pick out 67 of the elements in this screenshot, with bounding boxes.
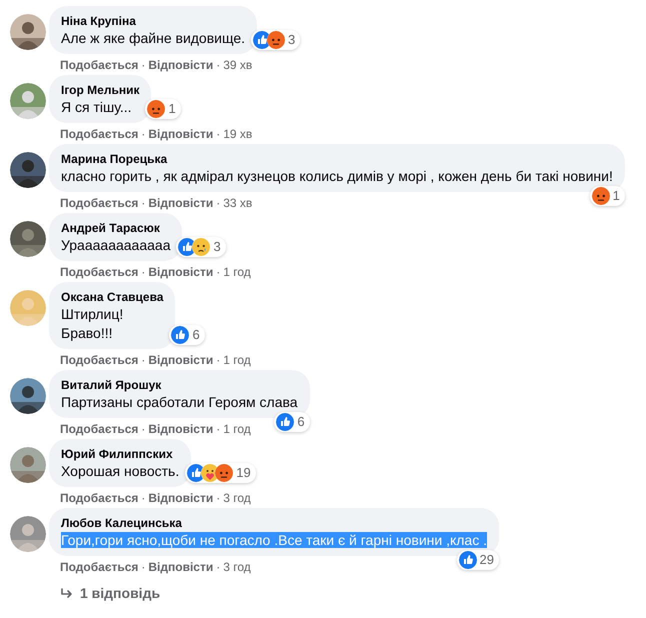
author-name[interactable]: Марина Порецька [61, 151, 613, 167]
separator-dot: · [216, 126, 220, 142]
comment-text: Штирлиц! [61, 306, 124, 322]
comment-text: Партизаны сработали Героям слава [61, 394, 298, 410]
author-name[interactable]: Юрий Филиппских [61, 446, 180, 462]
author-name[interactable]: Андрей Тарасюк [61, 220, 170, 236]
separator-dot: · [141, 559, 146, 575]
action-link[interactable]: Подобається [60, 126, 138, 142]
reactions-badge[interactable]: 6 [274, 412, 310, 432]
separator-dot: · [141, 352, 146, 368]
separator-dot: · [141, 57, 146, 73]
timestamp[interactable]: 19 хв [223, 126, 252, 142]
reactions-badge[interactable]: 19 [185, 463, 256, 483]
separator-dot: · [141, 264, 146, 280]
action-link[interactable]: Відповісти [148, 195, 214, 211]
separator-dot: · [216, 195, 220, 211]
comment-text: Браво!!! [61, 325, 112, 341]
separator-dot: · [216, 421, 220, 437]
action-link[interactable]: Відповісти [148, 264, 214, 280]
timestamp[interactable]: 1 год [223, 421, 251, 437]
author-name[interactable]: Ігор Мельник [61, 82, 140, 98]
author-name[interactable]: Оксана Ставцева [61, 289, 164, 305]
author-name[interactable]: Ніна Крупіна [61, 13, 246, 29]
timestamp[interactable]: 1 год [223, 352, 251, 368]
action-link[interactable]: Подобається [60, 195, 138, 211]
replies-link[interactable]: 1 відповідь [60, 583, 160, 604]
separator-dot: · [141, 421, 146, 437]
action-link[interactable]: Відповісти [148, 57, 214, 73]
separator-dot: · [141, 490, 146, 506]
timestamp[interactable]: 1 год [223, 264, 251, 280]
separator-dot: · [216, 352, 220, 368]
comment-text: Хорошая новость. [61, 463, 180, 479]
timestamp[interactable]: 33 хв [223, 195, 252, 211]
separator-dot: · [216, 490, 220, 506]
reactions-badge[interactable]: 3 [176, 237, 226, 257]
reactions-badge[interactable]: 29 [456, 550, 499, 570]
action-link[interactable]: Відповісти [148, 126, 214, 142]
comment-text: Але ж яке файне видовище. [61, 30, 246, 46]
reactions-badge[interactable]: 6 [169, 325, 205, 345]
action-link[interactable]: Відповісти [148, 421, 214, 437]
action-link[interactable]: Відповісти [148, 490, 214, 506]
author-name[interactable]: Виталий Ярошук [61, 377, 298, 393]
separator-dot: · [216, 559, 220, 575]
reply-arrow-icon [60, 588, 74, 600]
reactions-badge[interactable]: 1 [590, 186, 625, 206]
action-link[interactable]: Подобається [60, 490, 138, 506]
reactions-badge[interactable]: 1 [145, 99, 181, 119]
action-link[interactable]: Подобається [60, 264, 138, 280]
timestamp[interactable]: 3 год [223, 559, 251, 575]
action-link[interactable]: Подобається [60, 352, 138, 368]
action-link[interactable]: Подобається [60, 421, 138, 437]
separator-dot: · [216, 57, 220, 73]
comment-text: Гори,гори ясно,щоби не погасло .Все таки є й гарні новини ,клас . [61, 532, 487, 548]
reactions-badge[interactable]: 3 [251, 30, 300, 50]
comment-text: класно горить , як адмірал кузнецов колись димів у морі , кожен день би такі новини! [61, 168, 613, 184]
author-name[interactable]: Любов Калецинська [61, 515, 487, 531]
separator-dot: · [141, 126, 146, 142]
timestamp[interactable]: 3 год [223, 490, 251, 506]
comment-text: Ураааааааааааа [61, 237, 170, 253]
action-link[interactable]: Відповісти [148, 352, 214, 368]
action-link[interactable]: Відповісти [148, 559, 214, 575]
action-link[interactable]: Подобається [60, 559, 138, 575]
comment-text: Я ся тішу... [61, 99, 132, 115]
separator-dot: · [141, 195, 146, 211]
action-link[interactable]: Подобається [60, 57, 138, 73]
timestamp[interactable]: 39 хв [223, 57, 252, 73]
separator-dot: · [216, 264, 220, 280]
